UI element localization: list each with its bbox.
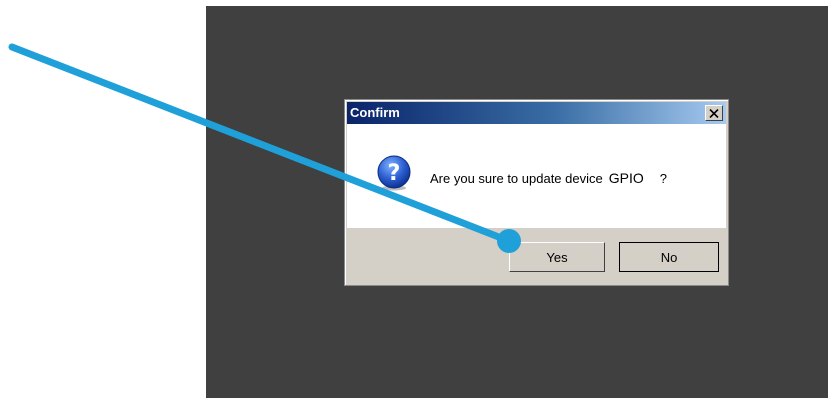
close-icon bbox=[709, 108, 719, 118]
dialog-title: Confirm bbox=[350, 105, 400, 120]
question-icon: ? bbox=[377, 155, 411, 191]
no-button[interactable]: No bbox=[619, 242, 719, 272]
svg-text:?: ? bbox=[388, 161, 401, 186]
close-button[interactable] bbox=[705, 105, 723, 121]
device-name: GPIO bbox=[608, 170, 644, 186]
message-question-mark: ? bbox=[659, 171, 667, 186]
confirm-dialog: Confirm ? Are you sure to update device G… bbox=[344, 99, 729, 286]
yes-button[interactable]: Yes bbox=[509, 242, 605, 272]
dialog-content: ? Are you sure to update device GPIO? bbox=[347, 124, 726, 228]
dialog-message: Are you sure to update device GPIO? bbox=[430, 170, 667, 186]
message-text: Are you sure to update device bbox=[430, 171, 603, 186]
dialog-titlebar: Confirm bbox=[347, 102, 726, 124]
